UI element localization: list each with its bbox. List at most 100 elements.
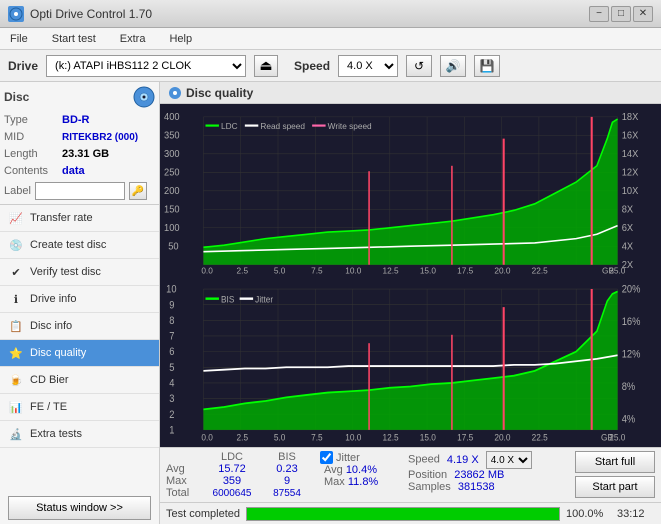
svg-text:8: 8 bbox=[169, 315, 175, 327]
svg-text:BIS: BIS bbox=[221, 293, 234, 304]
sidebar-item-transfer-rate[interactable]: 📈 Transfer rate bbox=[0, 205, 159, 232]
status-text: Test completed bbox=[166, 508, 240, 520]
save-button[interactable]: 💾 bbox=[474, 55, 500, 77]
audio-button[interactable]: 🔊 bbox=[440, 55, 466, 77]
label-input[interactable] bbox=[35, 182, 125, 200]
svg-text:GB: GB bbox=[602, 265, 614, 274]
label-row: Label 🔑 bbox=[4, 182, 155, 200]
svg-text:250: 250 bbox=[164, 167, 180, 178]
svg-text:4%: 4% bbox=[622, 414, 635, 426]
total-bis: 87554 bbox=[262, 487, 312, 499]
sidebar-label-disc-quality: Disc quality bbox=[30, 347, 86, 359]
sidebar-label-transfer-rate: Transfer rate bbox=[30, 212, 93, 224]
max-ldc: 359 bbox=[202, 475, 262, 487]
svg-text:Read speed: Read speed bbox=[260, 121, 305, 131]
sidebar-item-drive-info[interactable]: ℹ Drive info bbox=[0, 286, 159, 313]
menu-extra[interactable]: Extra bbox=[114, 31, 152, 47]
contents-value: data bbox=[62, 163, 85, 180]
svg-text:0.0: 0.0 bbox=[201, 432, 213, 443]
refresh-button[interactable]: ↺ bbox=[406, 55, 432, 77]
right-panel-header: Disc quality bbox=[160, 82, 661, 104]
menu-help[interactable]: Help bbox=[163, 31, 198, 47]
svg-text:20%: 20% bbox=[622, 284, 641, 296]
menu-file[interactable]: File bbox=[4, 31, 34, 47]
cd-bier-icon: 🍺 bbox=[8, 372, 24, 388]
start-full-button[interactable]: Start full bbox=[575, 451, 655, 473]
svg-text:12%: 12% bbox=[622, 349, 641, 361]
svg-text:6X: 6X bbox=[622, 223, 634, 234]
svg-text:20.0: 20.0 bbox=[494, 432, 510, 443]
sidebar-label-create-test-disc: Create test disc bbox=[30, 239, 106, 251]
svg-text:12X: 12X bbox=[622, 167, 639, 178]
svg-text:GB: GB bbox=[601, 432, 613, 443]
jitter-checkbox[interactable] bbox=[320, 451, 333, 464]
fe-te-icon: 📊 bbox=[8, 399, 24, 415]
svg-text:1: 1 bbox=[169, 424, 175, 436]
label-btn[interactable]: 🔑 bbox=[129, 182, 147, 200]
menu-start-test[interactable]: Start test bbox=[46, 31, 102, 47]
speed-stat-select[interactable]: 4.0 X bbox=[486, 451, 532, 469]
svg-text:10.0: 10.0 bbox=[345, 432, 361, 443]
sidebar-item-disc-quality[interactable]: ⭐ Disc quality bbox=[0, 340, 159, 367]
svg-text:15.0: 15.0 bbox=[420, 265, 436, 274]
jitter-section: Jitter Avg 10.4% Max 11.8% bbox=[320, 451, 400, 488]
max-bis: 9 bbox=[262, 475, 312, 487]
minimize-button[interactable]: − bbox=[589, 6, 609, 22]
action-buttons: Start full Start part bbox=[575, 451, 655, 498]
status-window-button[interactable]: Status window >> bbox=[8, 496, 151, 520]
stats-area: LDC BIS Avg 15.72 0.23 Max 359 9 Total 6… bbox=[160, 447, 661, 502]
sidebar-item-fe-te[interactable]: 📊 FE / TE bbox=[0, 394, 159, 421]
samples-label: Samples bbox=[408, 481, 451, 493]
svg-text:12.5: 12.5 bbox=[383, 265, 399, 274]
svg-text:7: 7 bbox=[169, 331, 175, 343]
menu-bar: File Start test Extra Help bbox=[0, 28, 661, 50]
svg-text:14X: 14X bbox=[622, 149, 639, 160]
svg-text:6: 6 bbox=[169, 346, 175, 358]
svg-text:10: 10 bbox=[166, 284, 177, 296]
avg-bis: 0.23 bbox=[262, 463, 312, 475]
svg-text:0.0: 0.0 bbox=[201, 265, 213, 274]
sidebar-label-extra-tests: Extra tests bbox=[30, 428, 82, 440]
main-area: Disc Type BD-R MID RITEKBR2 (000) Length… bbox=[0, 82, 661, 524]
nav-menu: 📈 Transfer rate 💿 Create test disc ✔ Ver… bbox=[0, 205, 159, 448]
stats-table: LDC BIS Avg 15.72 0.23 Max 359 9 Total 6… bbox=[166, 451, 312, 499]
sidebar-item-extra-tests[interactable]: 🔬 Extra tests bbox=[0, 421, 159, 448]
svg-text:15.0: 15.0 bbox=[420, 432, 436, 443]
right-panel: Disc quality bbox=[160, 82, 661, 524]
speed-select[interactable]: 4.0 X Max 8.0 X 2.0 X bbox=[338, 55, 398, 77]
avg-row-label: Avg bbox=[166, 463, 202, 475]
maximize-button[interactable]: □ bbox=[611, 6, 631, 22]
disc-quality-icon: ⭐ bbox=[8, 345, 24, 361]
svg-text:12.5: 12.5 bbox=[383, 432, 399, 443]
speed-position-section: Speed 4.19 X 4.0 X Position 23862 MB Sam… bbox=[408, 451, 532, 493]
drive-select[interactable]: (k:) ATAPI iHBS112 2 CLOK bbox=[46, 55, 246, 77]
close-button[interactable]: ✕ bbox=[633, 6, 653, 22]
svg-text:4X: 4X bbox=[622, 241, 634, 252]
sidebar-item-cd-bier[interactable]: 🍺 CD Bier bbox=[0, 367, 159, 394]
svg-text:3: 3 bbox=[169, 393, 175, 405]
disc-section-title: Disc bbox=[4, 90, 29, 104]
start-part-button[interactable]: Start part bbox=[575, 476, 655, 498]
chart1-svg: 400 350 300 250 200 150 100 50 18X 16X 1… bbox=[162, 106, 659, 275]
drive-info-icon: ℹ bbox=[8, 291, 24, 307]
length-value: 23.31 GB bbox=[62, 146, 109, 163]
svg-text:Jitter: Jitter bbox=[255, 293, 273, 304]
eject-button[interactable]: ⏏ bbox=[254, 55, 278, 77]
svg-text:100: 100 bbox=[164, 223, 180, 234]
sidebar-item-verify-test-disc[interactable]: ✔ Verify test disc bbox=[0, 259, 159, 286]
svg-text:22.5: 22.5 bbox=[532, 265, 548, 274]
speed-stat-label: Speed bbox=[408, 454, 440, 466]
svg-text:17.5: 17.5 bbox=[457, 265, 473, 274]
svg-text:2: 2 bbox=[169, 409, 175, 421]
svg-text:9: 9 bbox=[169, 299, 175, 311]
svg-text:200: 200 bbox=[164, 186, 180, 197]
sidebar-item-create-test-disc[interactable]: 💿 Create test disc bbox=[0, 232, 159, 259]
sidebar-item-disc-info[interactable]: 📋 Disc info bbox=[0, 313, 159, 340]
title-bar: Opti Drive Control 1.70 − □ ✕ bbox=[0, 0, 661, 28]
disc-section: Disc Type BD-R MID RITEKBR2 (000) Length… bbox=[0, 82, 159, 205]
svg-text:8X: 8X bbox=[622, 204, 634, 215]
total-row-label: Total bbox=[166, 487, 202, 499]
svg-text:50: 50 bbox=[168, 241, 178, 252]
svg-text:4: 4 bbox=[169, 377, 175, 389]
progress-row: Test completed 100.0% 33:12 bbox=[160, 502, 661, 524]
